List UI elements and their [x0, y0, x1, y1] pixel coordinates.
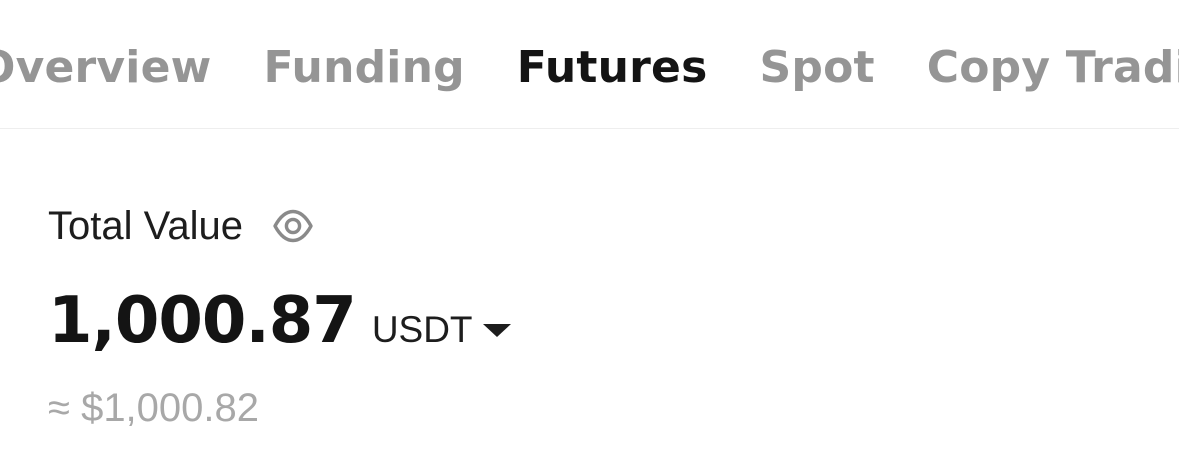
tab-spot[interactable]: Spot	[759, 40, 874, 96]
caret-down-icon	[482, 323, 511, 337]
account-tab-bar: Overview Funding Futures Spot Copy Tradi…	[0, 0, 1179, 129]
total-value-row: 1,000.87 USDT	[48, 282, 511, 362]
currency-selector[interactable]: USDT	[372, 309, 511, 351]
total-value-amount: 1,000.87	[48, 284, 357, 358]
tab-overview[interactable]: Overview	[0, 40, 211, 96]
tab-futures[interactable]: Futures	[517, 40, 708, 96]
approx-usd-value: ≈ $1,000.82	[48, 386, 260, 430]
futures-account-page: Overview Funding Futures Spot Copy Tradi…	[0, 0, 1179, 450]
tab-copy-trading[interactable]: Copy Trading	[927, 40, 1179, 96]
currency-label: USDT	[371, 309, 473, 350]
total-value-label: Total Value	[48, 204, 243, 248]
eye-icon[interactable]	[271, 204, 315, 248]
total-value-header: Total Value	[48, 200, 315, 252]
tab-funding[interactable]: Funding	[263, 40, 464, 96]
tab-list: Overview Funding Futures Spot Copy Tradi…	[0, 40, 1179, 96]
